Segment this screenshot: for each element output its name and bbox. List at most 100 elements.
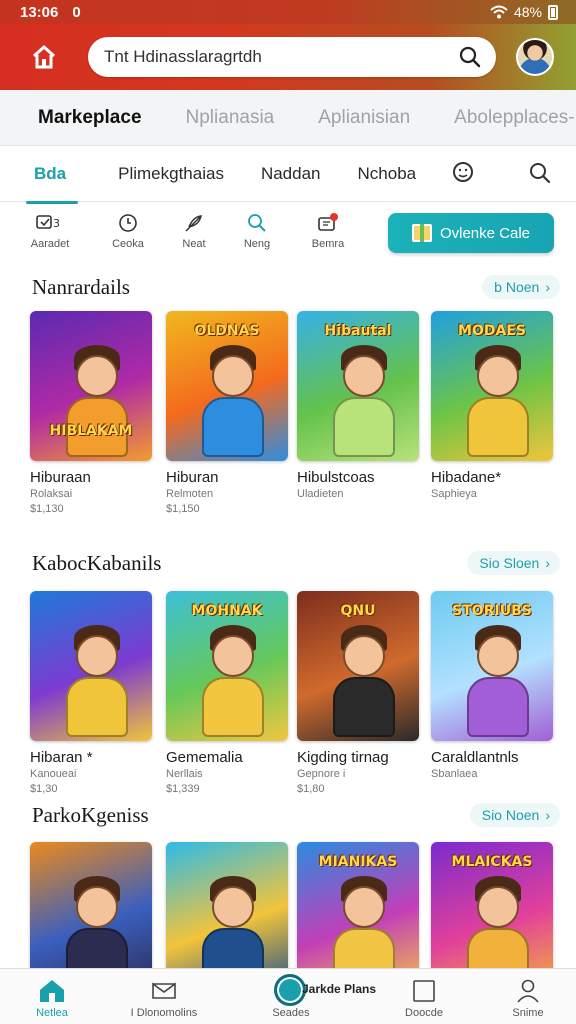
nav-item-messages[interactable]: I Dlonomolins	[114, 977, 214, 1019]
avatar[interactable]	[516, 38, 554, 76]
thumbnail-art-title: QNU	[340, 603, 376, 619]
card-thumbnail[interactable]: QNU	[297, 591, 419, 741]
card-subtitle: Gepnore i	[297, 768, 346, 780]
quick-action-3[interactable]: Neat	[164, 212, 224, 250]
quick-action-1[interactable]: 3 Aaradet	[20, 212, 80, 250]
nav-label: Doocde	[405, 1007, 443, 1019]
chevron-right-icon: ›	[545, 555, 550, 571]
quick-action-4[interactable]: Neng	[227, 212, 287, 250]
see-more-label: Sio Noen	[481, 807, 540, 823]
tab-section-2[interactable]: Nplianasia	[186, 107, 275, 129]
notification-icon	[318, 213, 338, 231]
search-icon[interactable]	[458, 45, 482, 69]
character-face	[343, 886, 385, 928]
battery-percent: 48%	[513, 4, 542, 20]
category-tab-2[interactable]: Plimekgthaias	[118, 164, 224, 184]
category-search-button[interactable]	[527, 160, 553, 186]
app-bar	[0, 24, 576, 90]
center-action-label: Jarkde Plans	[302, 982, 377, 996]
category-tab-4[interactable]: Nchoba	[358, 164, 417, 184]
card-thumbnail[interactable]: MODAES	[431, 311, 553, 461]
wifi-icon	[490, 5, 508, 19]
content-row-2: Hibaran * Kanoueai $1,30 MOHNAK Gememalia Ner…	[0, 591, 576, 821]
section-title: KabocKabanils	[32, 550, 162, 575]
character-face	[76, 886, 118, 928]
character-body	[66, 677, 128, 737]
card-title: Caraldlantnls	[431, 749, 519, 766]
quick-action-label: Neat	[182, 238, 206, 250]
tab-section-4[interactable]: Abolepplaces-	[454, 107, 574, 129]
status-bar: 13:06 0 48%	[0, 0, 576, 24]
content-card[interactable]: MOHNAK Gememalia Nerllais $1,339	[166, 591, 288, 795]
search-icon	[530, 163, 551, 184]
feather-icon	[185, 215, 202, 232]
cta-button[interactable]: Ovlenke Cale	[388, 213, 554, 253]
section-header-1: Nanrardails b Noen ›	[32, 272, 560, 302]
category-tab-1[interactable]: Bda	[25, 164, 79, 204]
nav-item-library[interactable]: Doocde	[374, 977, 474, 1019]
nav-label: Netlea	[36, 1007, 68, 1019]
quick-action-label: Ceoka	[112, 238, 144, 250]
cta-label: Ovlenke Cale	[439, 224, 531, 242]
card-price: $1,130	[30, 503, 64, 515]
category-tab-3[interactable]: Naddan	[261, 164, 321, 184]
content-card[interactable]: OLDNAS Hiburan Relmoten $1,150	[166, 311, 288, 515]
card-thumbnail[interactable]: MOHNAK	[166, 591, 288, 741]
card-subtitle: Rolaksai	[30, 488, 73, 500]
character-face	[477, 635, 519, 677]
tab-section-3[interactable]: Aplianisian	[318, 107, 410, 129]
svg-text:3: 3	[53, 217, 60, 230]
home-button[interactable]	[26, 39, 62, 75]
character-body	[467, 397, 529, 457]
home-icon	[40, 980, 64, 1002]
quick-action-5[interactable]: Bemra	[298, 212, 358, 250]
nav-item-profile[interactable]: Snime	[478, 977, 576, 1019]
card-subtitle: Nerllais	[166, 768, 203, 780]
ticket-icon: 3	[36, 215, 60, 230]
content-card[interactable]: STORIUBS Caraldlantnls Sbanlaea	[431, 591, 553, 780]
card-subtitle: Sbanlaea	[431, 768, 478, 780]
card-thumbnail[interactable]: STORIUBS	[431, 591, 553, 741]
content-row-1: HIBLAKAM Hiburaan Rolaksai $1,130 OLDNAS Hibu…	[0, 311, 576, 541]
content-card[interactable]: Hibaran * Kanoueai $1,30	[30, 591, 152, 795]
character-face	[76, 355, 118, 397]
see-more-button[interactable]: b Noen ›	[482, 275, 560, 299]
see-more-label: Sio Sloen	[479, 555, 540, 571]
nav-label: Snime	[512, 1007, 544, 1019]
emoji-button[interactable]	[450, 160, 476, 186]
card-title: Hibaran *	[30, 749, 93, 766]
search-input[interactable]	[104, 47, 458, 67]
card-thumbnail[interactable]	[30, 591, 152, 741]
see-more-button[interactable]: Sio Noen ›	[469, 803, 560, 827]
clock-icon	[119, 214, 137, 232]
content-card[interactable]: Hibautal Hibulstcoas Uladieten	[297, 311, 419, 500]
character-face	[212, 355, 254, 397]
profile-icon	[517, 979, 539, 1003]
section-header-2: KabocKabanils Sio Sloen ›	[32, 548, 560, 578]
content-card[interactable]: QNU Kigding tirnag Gepnore i $1,80	[297, 591, 419, 795]
content-card[interactable]: HIBLAKAM Hiburaan Rolaksai $1,130	[30, 311, 152, 515]
thumbnail-art-title: STORIUBS	[452, 603, 532, 619]
thumbnail-art-title: Hibautal	[324, 323, 392, 339]
card-title: Hiburan	[166, 469, 219, 486]
status-indicator: 0	[72, 3, 81, 21]
thumbnail-art-title: MOHNAK	[191, 603, 263, 619]
card-thumbnail[interactable]: Hibautal	[297, 311, 419, 461]
thumbnail-art-title: MLAICKAS	[451, 854, 533, 870]
content-card[interactable]: MODAES Hibadane* Saphieya	[431, 311, 553, 500]
category-tabs: Bda Plimekgthaias Naddan Nchoba	[0, 146, 576, 204]
section-title: ParkoKgeniss	[32, 802, 149, 827]
quick-action-2[interactable]: Ceoka	[98, 212, 158, 250]
search-icon	[248, 214, 266, 232]
nav-item-home[interactable]: Netlea	[2, 977, 102, 1019]
character-face	[343, 635, 385, 677]
tab-marketplace[interactable]: Markeplace	[38, 107, 142, 129]
card-price: $1,80	[297, 783, 325, 795]
gift-icon	[411, 224, 432, 242]
search-bar[interactable]	[88, 37, 496, 77]
character-face	[212, 886, 254, 928]
card-thumbnail[interactable]: OLDNAS	[166, 311, 288, 461]
card-thumbnail[interactable]: HIBLAKAM	[30, 311, 152, 461]
section-title: Nanrardails	[32, 274, 130, 299]
see-more-button[interactable]: Sio Sloen ›	[467, 551, 560, 575]
